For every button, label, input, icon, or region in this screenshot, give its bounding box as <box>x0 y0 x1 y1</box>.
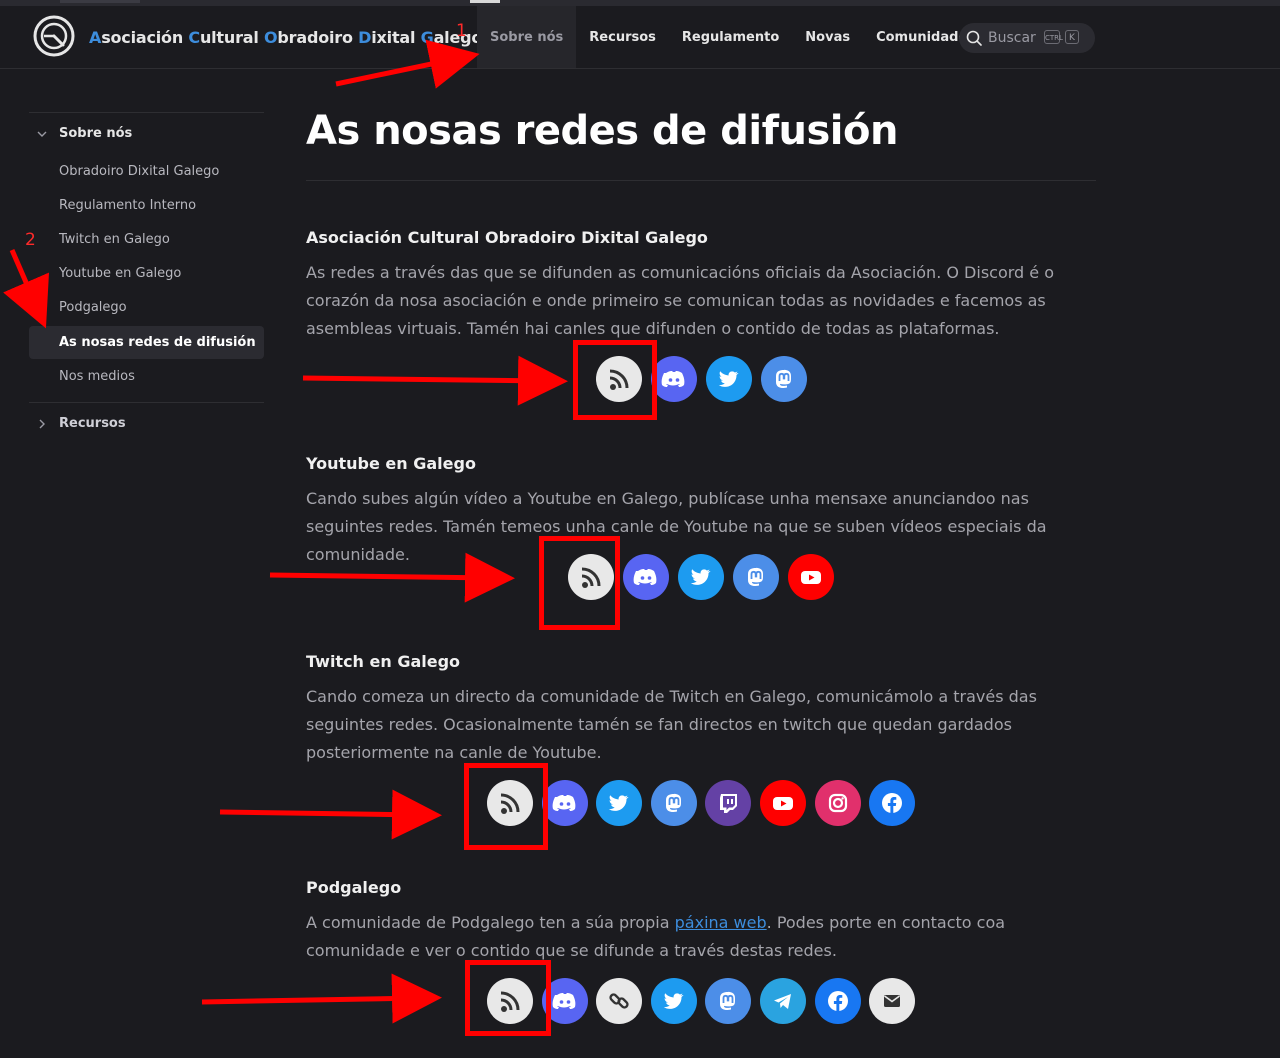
twitter-icon[interactable] <box>650 978 697 1024</box>
sidebar-divider <box>29 112 264 113</box>
annotation-box <box>573 340 657 420</box>
sidebar-item-obradoiro[interactable]: Obradoiro Dixital Galego <box>29 155 264 188</box>
nav-sobre-nos[interactable]: Sobre nós <box>477 6 577 68</box>
link-icon[interactable] <box>596 978 643 1024</box>
annotation-arrow <box>201 973 442 1024</box>
mastodon-icon[interactable] <box>705 978 752 1024</box>
discord-icon[interactable] <box>623 554 669 600</box>
brand-letter: D <box>358 28 372 47</box>
site-logo[interactable] <box>32 14 76 58</box>
section-text-podgalego: A comunidade de Podgalego ten a súa prop… <box>306 909 1101 965</box>
sidebar-divider <box>29 402 264 403</box>
brand-word: bradoiro <box>277 28 359 47</box>
twitter-icon[interactable] <box>596 780 643 826</box>
top-header: Asociación Cultural Obradoiro Dixital Ga… <box>0 6 1280 69</box>
annotation-arrow <box>219 789 442 840</box>
strip-segment <box>470 0 500 3</box>
mastodon-icon[interactable] <box>733 554 779 600</box>
paxina-web-link[interactable]: páxina web <box>675 913 767 932</box>
site-brand[interactable]: Asociación Cultural Obradoiro Dixital Ga… <box>89 28 482 47</box>
annotation-number-1: 1 <box>456 21 467 41</box>
main-nav: Sobre nós Recursos Regulamento Novas Com… <box>477 6 980 68</box>
kbd-k: K <box>1065 30 1079 44</box>
annotation-number-2: 2 <box>25 230 36 250</box>
sidebar-item-podgalego[interactable]: Podgalego <box>29 291 264 324</box>
facebook-icon[interactable] <box>814 978 861 1024</box>
sidebar-item-redes[interactable]: As nosas redes de difusión <box>29 326 264 359</box>
mastodon-icon[interactable] <box>650 780 697 826</box>
instagram-icon[interactable] <box>814 780 861 826</box>
twitter-icon[interactable] <box>706 356 752 402</box>
twitter-icon[interactable] <box>678 554 724 600</box>
chevron-right-icon[interactable] <box>36 418 48 430</box>
annotation-box <box>464 763 548 850</box>
section-text-asociacion: As redes a través das que se difunden as… <box>306 263 1054 338</box>
chevron-down-icon[interactable] <box>36 128 48 140</box>
page-title: As nosas redes de difusión <box>306 108 898 154</box>
email-icon[interactable] <box>869 978 916 1024</box>
annotation-arrow <box>302 355 568 406</box>
brand-word: sociación <box>101 28 189 47</box>
title-divider <box>306 180 1096 181</box>
search-icon <box>966 30 982 46</box>
kbd-ctrl: CTRL <box>1044 30 1063 44</box>
twitch-icon[interactable] <box>705 780 752 826</box>
section-text-twitch: Cando comeza un directo da comunidade de… <box>306 687 1037 762</box>
annotation-box <box>539 536 620 630</box>
sidebar-item-nos-medios[interactable]: Nos medios <box>29 360 264 393</box>
section-title-twitch: Twitch en Galego <box>306 652 461 671</box>
strip-segment <box>60 0 140 3</box>
text-fragment: A comunidade de Podgalego ten a súa prop… <box>306 913 675 932</box>
search-label: Buscar <box>988 30 1036 46</box>
brand-letter: O <box>264 28 278 47</box>
youtube-icon[interactable] <box>788 554 834 600</box>
nav-regulamento[interactable]: Regulamento <box>669 6 792 68</box>
sidebar-group-sobre-nos[interactable]: Sobre nós <box>59 126 132 141</box>
section-title-asociacion: Asociación Cultural Obradoiro Dixital Ga… <box>306 228 708 247</box>
brand-word: ixital <box>371 28 421 47</box>
search-button[interactable]: Buscar CTRL K <box>959 23 1095 53</box>
sidebar-item-youtube[interactable]: Youtube en Galego <box>29 257 264 290</box>
annotation-box <box>465 960 551 1036</box>
section-title-podgalego: Podgalego <box>306 878 402 897</box>
brand-letter: A <box>89 28 102 47</box>
discord-icon[interactable] <box>651 356 697 402</box>
mastodon-icon[interactable] <box>761 356 807 402</box>
telegram-icon[interactable] <box>760 978 806 1024</box>
nav-novas[interactable]: Novas <box>792 6 863 68</box>
annotation-arrow <box>269 552 515 603</box>
sidebar-item-twitch[interactable]: Twitch en Galego <box>29 223 264 256</box>
sidebar-item-regulamento[interactable]: Regulamento Interno <box>29 189 264 222</box>
brand-letter: C <box>188 28 200 47</box>
nav-recursos[interactable]: Recursos <box>576 6 669 68</box>
brand-word: ultural <box>199 28 265 47</box>
sidebar-group-recursos[interactable]: Recursos <box>59 416 126 431</box>
discord-icon[interactable] <box>541 780 588 826</box>
brand-letter: G <box>420 28 434 47</box>
youtube-icon[interactable] <box>760 780 806 826</box>
facebook-icon[interactable] <box>869 780 916 826</box>
section-title-youtube: Youtube en Galego <box>306 454 476 473</box>
